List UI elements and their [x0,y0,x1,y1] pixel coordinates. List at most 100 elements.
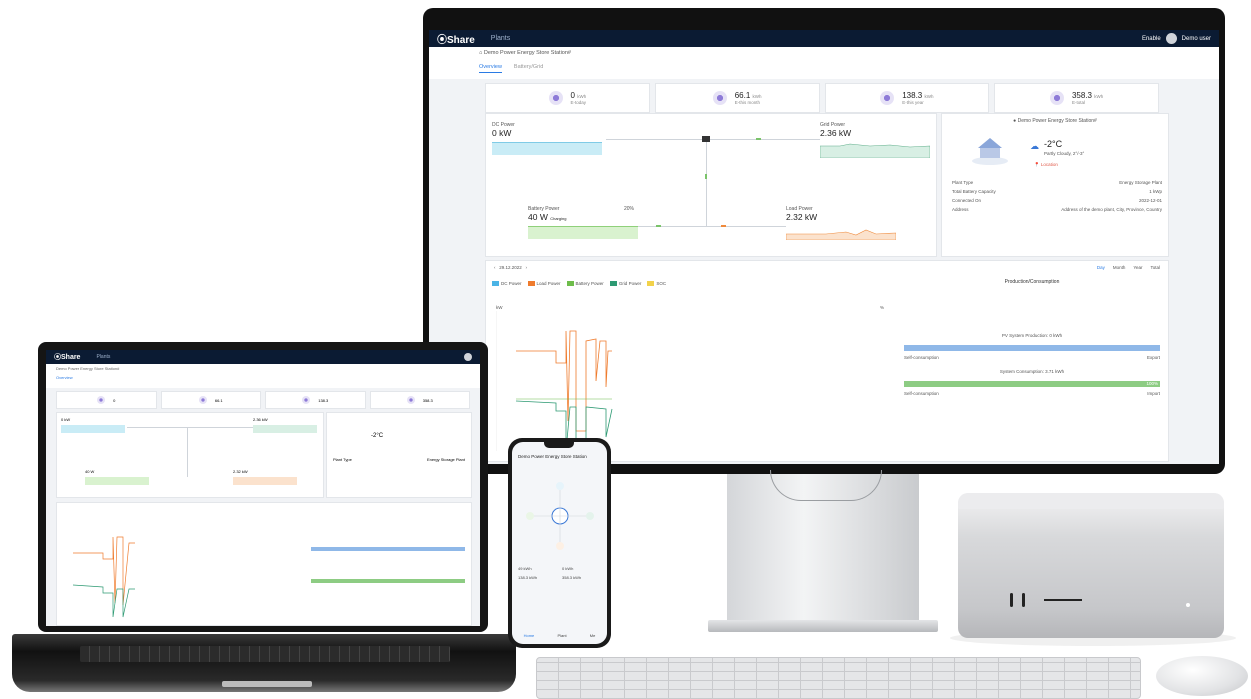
usb-port [1010,593,1013,607]
nav-plants[interactable]: Plants [96,354,110,360]
tab-year[interactable]: Year [1133,265,1142,270]
info-row: Connected On 2022-12-01 [952,198,1162,203]
desktop-monitor: ⦿Share Plants Enable Demo user ⌂ Demo Po… [423,8,1225,474]
self-consumption-label: Self-consumption [904,355,939,360]
production-total: PV System Production: 0 kWh [1001,333,1063,338]
load-card: Load Power 2.32 kW [785,206,897,242]
power-line-chart [496,311,613,451]
mouse [1156,656,1248,696]
phone-tab-me[interactable]: Me [590,633,596,638]
consumption-pct: 100% [1146,381,1158,386]
consumption-total: System Consumption: 3.71 kWh [999,369,1065,374]
nav-plants[interactable]: Plants [491,35,510,42]
user-menu[interactable]: Enable [1142,36,1161,42]
station-header: ⌂ Demo Power Energy Store Station# Overv… [429,47,1219,79]
legend-dc[interactable]: DC Power [492,281,522,287]
phone-tab-bar: Home Plant Me [512,633,607,638]
laptop-kpi-row: 0 66.1 138.3 358.3 [46,388,480,412]
phone-tab-plant[interactable]: Plant [557,633,566,638]
range-tabs: Day Month Year Total [1097,265,1160,270]
monitor-stand-arc [770,470,882,501]
kpi-card-total: 358.3 kWh E-total [994,83,1159,113]
inverter-icon [702,136,710,142]
station-illustration [972,138,1008,165]
sun-icon [548,91,563,105]
grid-sparkline [819,143,931,159]
brand-logo[interactable]: ⦿Share [437,31,475,46]
legend-battery[interactable]: Battery Power [566,281,604,287]
power-chart-panel: ‹ 29.12.2022 › Day Month Year Total DC P… [485,260,1169,462]
kpi-row: 0 kWh E-today 66.1 kWh E-this month 138.… [429,83,1219,113]
phone-kpis: 49 kWh 0 kWh 138.3 kWh 358.3 kWh [518,566,582,580]
phone-title: Demo Power Energy Store Station [518,454,587,459]
usb-port [1022,593,1025,607]
laptop-top-nav: ⦿Share Plants [46,350,480,364]
tab-battery-grid[interactable]: Battery/Grid [514,64,543,73]
pc-title: Production/Consumption [1004,279,1060,285]
y-axis-right-label: % [880,305,885,310]
weather: Partly Cloudy, 2°/-3° [1044,151,1085,156]
sun-icon [1049,91,1064,105]
battery-soc: 20% [624,206,635,212]
sd-slot [1044,599,1082,601]
pv-card: DC Power 0 kW [492,122,602,155]
avatar[interactable] [464,353,472,361]
flow-dot [721,225,726,227]
laptop-power-chart [72,536,135,618]
production-consumption: Production/Consumption PV System Product… [898,273,1166,459]
load-sparkline [785,229,897,241]
top-nav-bar: ⦿Share Plants Enable Demo user [429,30,1219,47]
info-row: Total Battery Capacity 1 kWp [952,189,1162,194]
laptop: ⦿Share Plants Demo Power Energy Store St… [38,342,488,632]
power-led [1186,603,1190,607]
self-consumption-label: Self-consumption [904,391,939,396]
info-row: Address Address of the demo plant, City, … [952,207,1162,212]
keyboard [536,657,1141,699]
flow-line-vertical [706,139,707,227]
kpi-card-month: 66.1 kWh E-this month [654,83,820,113]
production-bar [904,345,1160,351]
smartphone: Demo Power Energy Store Station 49 kWh 0 … [508,438,611,648]
kpi-card: 138.3 [265,391,366,409]
chart-legend: DC Power Load Power Battery Power Grid P… [492,281,666,287]
monitor-screen: ⦿Share Plants Enable Demo user ⌂ Demo Po… [429,30,1219,464]
flow-line-top [606,139,820,140]
station-info-panel: ● Demo Power Energy Store Station# ☁ -2°… [941,113,1169,257]
brand-logo[interactable]: ⦿Share [54,352,80,362]
phone-screen: Demo Power Energy Store Station 49 kWh 0 … [512,442,607,644]
kpi-card-year: 138.3 kWh E-this year [824,83,990,113]
tab-total[interactable]: Total [1150,265,1160,270]
sun-icon [712,91,727,105]
y-axis-left-label: kW [496,305,503,310]
avatar[interactable] [1165,33,1177,44]
phone-tab-home[interactable]: Home [524,633,535,638]
kpi-card: 0 [56,391,157,409]
laptop-station-header: Demo Power Energy Store Station# Overvie… [46,364,480,388]
laptop-chart-panel [56,502,472,626]
laptop-screen: ⦿Share Plants Demo Power Energy Store St… [46,350,480,626]
export-label: Export [1146,355,1160,360]
info-row: Plant Type Energy Storage Plant [952,180,1162,185]
laptop-keyboard [80,646,450,662]
date-navigator[interactable]: ‹ 29.12.2022 › [494,265,527,270]
kpi-card-today: 0 kWh E-today [485,83,650,113]
consumption-bar [904,381,1160,387]
battery-card: Battery Power 40 W Charging [528,206,638,239]
flow-dot [756,138,761,140]
kpi-card: 358.3 [369,391,470,409]
phone-notch [544,442,574,448]
legend-load[interactable]: Load Power [527,281,561,287]
tab-overview[interactable]: Overview [56,375,470,380]
grid-card: Grid Power 2.36 kW [819,122,931,160]
phone-flow-diagram [526,482,594,550]
tab-month[interactable]: Month [1113,265,1126,270]
legend-grid[interactable]: Grid Power [609,281,641,287]
station-info-title: ● Demo Power Energy Store Station# [1013,118,1097,124]
legend-soc[interactable]: SOC [647,281,666,287]
location: 📍 Location [1034,162,1058,167]
tab-day[interactable]: Day [1097,265,1105,270]
tab-overview[interactable]: Overview [479,64,502,73]
flow-dot [656,225,661,227]
user-name[interactable]: Demo user [1182,36,1211,42]
kpi-card: 66.1 [160,391,261,409]
